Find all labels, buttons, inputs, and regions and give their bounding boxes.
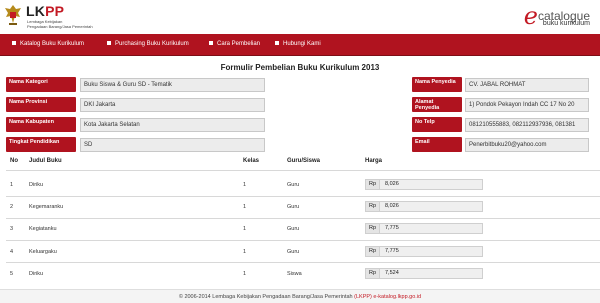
main-nav: Katalog Buku Kurikulum Purchasing Buku K… <box>0 34 600 56</box>
field-tingkat-pendidikan[interactable]: SD <box>80 138 265 152</box>
label-nama-kabupaten: Nama Kabupaten <box>6 117 76 132</box>
field-alamat-penyedia[interactable]: 1) Pondok Pekayon Indah CC 17 No 20 <box>465 98 589 112</box>
price-field[interactable]: Rp 7,775 <box>365 246 483 257</box>
nav-katalog-buku[interactable]: Katalog Buku Kurikulum <box>12 41 84 47</box>
cell-judul: Diriku <box>29 182 44 188</box>
price-value: 7,524 <box>385 270 399 276</box>
page-title: Formulir Pembelian Buku Kurikulum 2013 <box>220 63 380 72</box>
footer: © 2006-2014 Lembaga Kebijakan Pengadaan … <box>0 289 600 303</box>
cell-guru-siswa: Guru <box>287 249 300 255</box>
field-no-telp[interactable]: 081210555883, 082112937936, 081381 <box>465 118 589 132</box>
cell-kelas: 1 <box>243 182 247 188</box>
cell-guru-siswa: Siswa <box>287 271 302 277</box>
price-field[interactable]: Rp 7,775 <box>365 223 483 234</box>
cell-no: 1 <box>10 182 14 188</box>
label-tingkat-pendidikan: Tingkat Pendidikan <box>6 137 76 152</box>
col-header-harga: Harga <box>365 158 383 164</box>
label-no-telp: No Telp <box>412 117 462 132</box>
field-nama-kabupaten[interactable]: Kota Jakarta Selatan <box>80 118 265 132</box>
footer-link[interactable]: (LKPP) e-katalog.lkpp.go.id <box>354 294 421 300</box>
price-value: 7,775 <box>385 225 399 231</box>
nav-label: Cara Pembelian <box>217 41 261 47</box>
row-divider <box>6 218 600 219</box>
label-alamat-penyedia: Alamat Penyedia <box>412 97 462 112</box>
row-divider <box>6 240 600 241</box>
price-field[interactable]: Rp 8,026 <box>365 179 483 190</box>
label-nama-provinsi: Nama Provinsi <box>6 97 76 112</box>
price-value: 8,026 <box>385 203 399 209</box>
nav-cara-pembelian[interactable]: Cara Pembelian <box>209 41 260 47</box>
cell-judul: Keluargaku <box>29 249 57 255</box>
col-header-judul: Judul Buku <box>29 158 62 164</box>
nav-label: Hubungi Kami <box>283 41 321 47</box>
cell-no: 2 <box>10 204 14 210</box>
col-header-guru-siswa: Guru/Siswa <box>287 158 321 164</box>
cell-kelas: 1 <box>243 226 247 232</box>
col-header-kelas: Kelas <box>243 158 260 164</box>
brand-part-b: PP <box>45 3 65 19</box>
cell-judul: Kegiatanku <box>29 226 57 232</box>
currency-addon: Rp <box>366 202 380 211</box>
currency-addon: Rp <box>366 269 380 278</box>
header-divider <box>6 170 600 171</box>
cell-no: 4 <box>10 249 14 255</box>
footer-copyright: © 2006-2014 Lembaga Kebijakan Pengadaan … <box>178 294 355 300</box>
brand-part-a: LK <box>26 3 46 19</box>
cell-judul: Kegemaranku <box>29 204 64 210</box>
field-nama-penyedia[interactable]: CV. JABAL ROHMAT <box>465 78 589 92</box>
bullet-icon <box>209 41 213 45</box>
bullet-icon <box>12 41 16 45</box>
label-email: Email <box>412 137 462 152</box>
cell-no: 5 <box>10 271 14 277</box>
cell-kelas: 1 <box>243 204 247 210</box>
brand-logo[interactable]: LKPP <box>26 3 64 19</box>
row-divider <box>6 262 600 263</box>
cell-no: 3 <box>10 226 14 232</box>
cell-judul: Diriku <box>29 271 44 277</box>
cell-guru-siswa: Guru <box>287 204 300 210</box>
cell-kelas: 1 <box>243 249 247 255</box>
currency-addon: Rp <box>366 180 380 189</box>
bullet-icon <box>107 41 111 45</box>
currency-addon: Rp <box>366 247 380 256</box>
cell-kelas: 1 <box>243 271 247 277</box>
ecatalogue-e: e <box>523 2 538 30</box>
garuda-emblem-icon <box>5 5 21 25</box>
currency-addon: Rp <box>366 224 380 233</box>
nav-label: Katalog Buku Kurikulum <box>20 41 85 47</box>
row-divider <box>6 196 600 197</box>
price-field[interactable]: Rp 7,524 <box>365 268 483 279</box>
field-nama-provinsi[interactable]: DKI Jakarta <box>80 98 265 112</box>
bullet-icon <box>275 41 279 45</box>
price-field[interactable]: Rp 8,026 <box>365 201 483 212</box>
cell-guru-siswa: Guru <box>287 182 300 188</box>
price-value: 8,026 <box>385 181 399 187</box>
header: LKPP Lembaga Kebijakan Pengadaan Barang/… <box>0 0 600 34</box>
cell-guru-siswa: Guru <box>287 226 300 232</box>
ecatalogue-subtitle: buku kurikulum <box>542 20 590 27</box>
col-header-no: No <box>10 158 18 164</box>
nav-label: Purchasing Buku Kurikulum <box>115 41 189 47</box>
brand-subtitle-2: Pengadaan Barang/Jasa Pemerintah <box>27 24 93 29</box>
label-nama-kategori: Nama Kategori <box>6 77 76 92</box>
label-nama-penyedia: Nama Penyedia <box>412 77 462 92</box>
nav-hubungi-kami[interactable]: Hubungi Kami <box>275 41 321 47</box>
field-email[interactable]: Penerbitbuku20@yahoo.com <box>465 138 589 152</box>
field-nama-kategori[interactable]: Buku Siswa & Guru SD - Tematik <box>80 78 265 92</box>
nav-purchasing[interactable]: Purchasing Buku Kurikulum <box>107 41 189 47</box>
price-value: 7,775 <box>385 248 399 254</box>
